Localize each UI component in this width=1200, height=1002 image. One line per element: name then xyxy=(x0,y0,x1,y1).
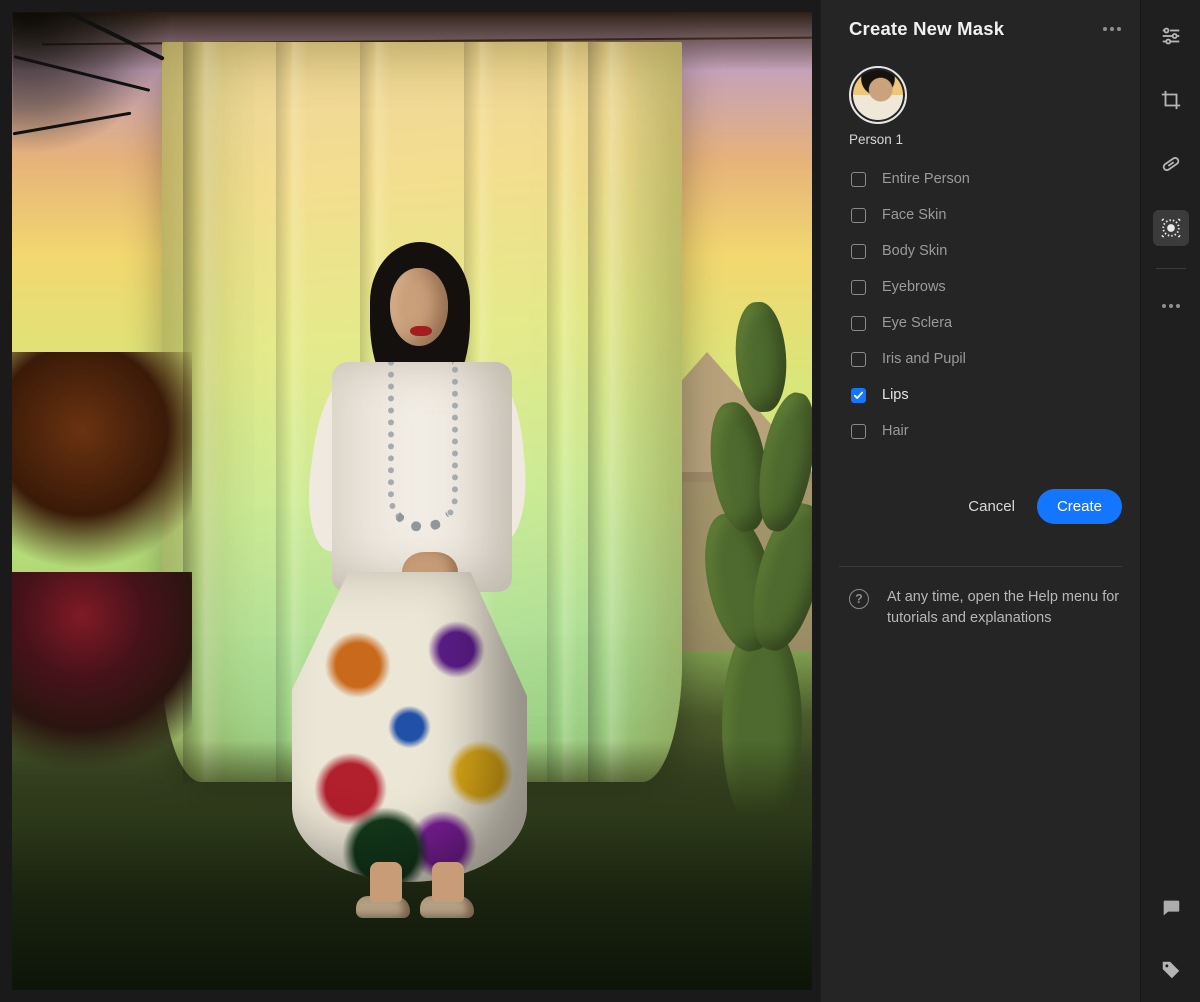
comments-tool[interactable] xyxy=(1153,890,1189,926)
checkbox[interactable] xyxy=(851,388,866,403)
mask-option-label: Hair xyxy=(882,423,909,439)
mask-option-label: Entire Person xyxy=(882,171,970,187)
checkbox[interactable] xyxy=(851,208,866,223)
mask-option-label: Lips xyxy=(882,387,909,403)
mask-option[interactable]: Body Skin xyxy=(851,243,1122,259)
person-thumbnail xyxy=(849,66,907,124)
edit-tool[interactable] xyxy=(1153,18,1189,54)
mask-option[interactable]: Eyebrows xyxy=(851,279,1122,295)
tool-rail xyxy=(1140,0,1200,1002)
heal-tool[interactable] xyxy=(1153,146,1189,182)
mask-option-list: Entire Person Face Skin Body Skin Eyebrows E… xyxy=(851,171,1122,439)
checkbox[interactable] xyxy=(851,424,866,439)
mask-option[interactable]: Lips xyxy=(851,387,1122,403)
tag-tool[interactable] xyxy=(1153,952,1189,988)
mask-tool[interactable] xyxy=(1153,210,1189,246)
mask-option-label: Body Skin xyxy=(882,243,947,259)
mask-option-label: Face Skin xyxy=(882,207,946,223)
mask-option-label: Iris and Pupil xyxy=(882,351,966,367)
checkbox[interactable] xyxy=(851,172,866,187)
mask-panel: Create New Mask Person 1 Entire Person Fa… xyxy=(820,0,1140,1002)
mask-option-label: Eye Sclera xyxy=(882,315,952,331)
mask-option[interactable]: Face Skin xyxy=(851,207,1122,223)
mask-icon xyxy=(1160,217,1182,239)
more-icon xyxy=(1161,299,1181,313)
panel-title: Create New Mask xyxy=(849,18,1102,40)
rail-divider xyxy=(1156,268,1186,269)
checkbox[interactable] xyxy=(851,244,866,259)
help-hint: ? At any time, open the Help menu for tu… xyxy=(849,587,1122,629)
checkbox[interactable] xyxy=(851,280,866,295)
more-tools[interactable] xyxy=(1153,297,1189,315)
sliders-icon xyxy=(1160,25,1182,47)
crop-icon xyxy=(1160,89,1182,111)
crop-tool[interactable] xyxy=(1153,82,1189,118)
help-text: At any time, open the Help menu for tuto… xyxy=(887,587,1122,629)
checkbox[interactable] xyxy=(851,316,866,331)
mask-option-label: Eyebrows xyxy=(882,279,946,295)
checkbox[interactable] xyxy=(851,352,866,367)
bandage-icon xyxy=(1160,153,1182,175)
mask-option[interactable]: Iris and Pupil xyxy=(851,351,1122,367)
create-button[interactable]: Create xyxy=(1037,489,1122,524)
person-chip[interactable]: Person 1 xyxy=(849,66,1122,147)
comment-icon xyxy=(1160,897,1182,919)
help-icon: ? xyxy=(849,589,869,609)
cancel-button[interactable]: Cancel xyxy=(968,498,1015,515)
image-canvas[interactable] xyxy=(0,0,820,1002)
panel-divider xyxy=(839,566,1122,567)
mask-option[interactable]: Entire Person xyxy=(851,171,1122,187)
mask-option[interactable]: Hair xyxy=(851,423,1122,439)
tag-icon xyxy=(1160,959,1182,981)
panel-more-button[interactable] xyxy=(1102,22,1122,36)
photo-preview xyxy=(12,12,812,990)
person-label: Person 1 xyxy=(849,132,903,147)
mask-option[interactable]: Eye Sclera xyxy=(851,315,1122,331)
